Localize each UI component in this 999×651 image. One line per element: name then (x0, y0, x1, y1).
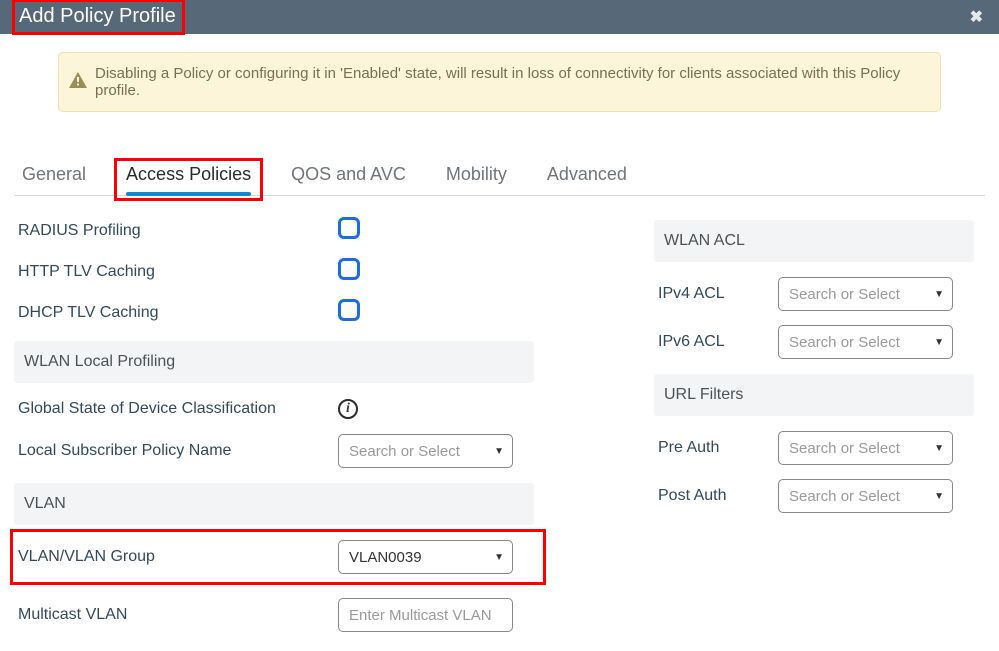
multicast-vlan-label: Multicast VLAN (18, 606, 338, 624)
global-state-device-classification-label: Global State of Device Classification (18, 399, 338, 419)
ipv4-acl-label: IPv4 ACL (658, 285, 778, 303)
ipv4-acl-select[interactable]: Search or Select ▼ (778, 277, 953, 311)
radius-profiling-label: RADIUS Profiling (18, 222, 338, 240)
tab-qos-and-avc[interactable]: QOS and AVC (285, 164, 412, 195)
http-tlv-caching-checkbox[interactable] (338, 258, 360, 280)
pre-auth-select[interactable]: Search or Select ▼ (778, 431, 953, 465)
vlan-vlan-group-label: VLAN/VLAN Group (18, 548, 338, 566)
ipv6-acl-label: IPv6 ACL (658, 333, 778, 351)
url-filters-header: URL Filters (654, 374, 974, 416)
vlan-vlan-group-select[interactable]: VLAN0039 ▼ (338, 540, 513, 574)
chevron-down-icon: ▼ (494, 552, 504, 563)
select-placeholder: Search or Select (789, 286, 900, 303)
wlan-local-profiling-header: WLAN Local Profiling (14, 341, 534, 383)
dialog-title: Add Policy Profile (12, 0, 185, 35)
chevron-down-icon: ▼ (934, 443, 944, 454)
select-value: VLAN0039 (349, 549, 422, 566)
warning-text: Disabling a Policy or configuring it in … (95, 65, 930, 99)
tab-label: Access Policies (126, 164, 251, 184)
dhcp-tlv-caching-checkbox[interactable] (338, 299, 360, 321)
warning-icon (69, 72, 87, 92)
vlan-header: VLAN (14, 483, 534, 525)
dialog-titlebar: Add Policy Profile ✖ (0, 0, 999, 34)
close-icon[interactable]: ✖ (970, 7, 983, 27)
select-placeholder: Search or Select (789, 488, 900, 505)
chevron-down-icon: ▼ (934, 491, 944, 502)
http-tlv-caching-label: HTTP TLV Caching (18, 263, 338, 281)
info-icon[interactable]: i (338, 399, 358, 419)
chevron-down-icon: ▼ (934, 337, 944, 348)
tab-general[interactable]: General (16, 164, 92, 195)
wlan-acl-header: WLAN ACL (654, 220, 974, 262)
post-auth-select[interactable]: Search or Select ▼ (778, 479, 953, 513)
pre-auth-label: Pre Auth (658, 439, 778, 457)
dhcp-tlv-caching-label: DHCP TLV Caching (18, 304, 338, 322)
content-area: RADIUS Profiling HTTP TLV Caching DHCP T… (0, 196, 999, 639)
select-placeholder: Search or Select (789, 334, 900, 351)
tab-advanced[interactable]: Advanced (541, 164, 633, 195)
left-column: RADIUS Profiling HTTP TLV Caching DHCP T… (14, 210, 534, 639)
tab-access-policies[interactable]: Access Policies (120, 164, 257, 195)
post-auth-label: Post Auth (658, 487, 778, 505)
local-subscriber-policy-select[interactable]: Search or Select ▼ (338, 434, 513, 468)
select-placeholder: Search or Select (789, 440, 900, 457)
multicast-vlan-input[interactable]: Enter Multicast VLAN (338, 598, 513, 632)
local-subscriber-policy-name-label: Local Subscriber Policy Name (18, 442, 338, 460)
tab-mobility[interactable]: Mobility (440, 164, 513, 195)
radius-profiling-checkbox[interactable] (338, 217, 360, 239)
chevron-down-icon: ▼ (494, 446, 504, 457)
right-column: WLAN ACL IPv4 ACL Search or Select ▼ IPv… (654, 210, 974, 639)
input-placeholder: Enter Multicast VLAN (349, 607, 492, 624)
warning-banner: Disabling a Policy or configuring it in … (58, 52, 941, 112)
chevron-down-icon: ▼ (934, 289, 944, 300)
tab-bar: General Access Policies QOS and AVC Mobi… (14, 156, 985, 196)
ipv6-acl-select[interactable]: Search or Select ▼ (778, 325, 953, 359)
select-placeholder: Search or Select (349, 443, 460, 460)
